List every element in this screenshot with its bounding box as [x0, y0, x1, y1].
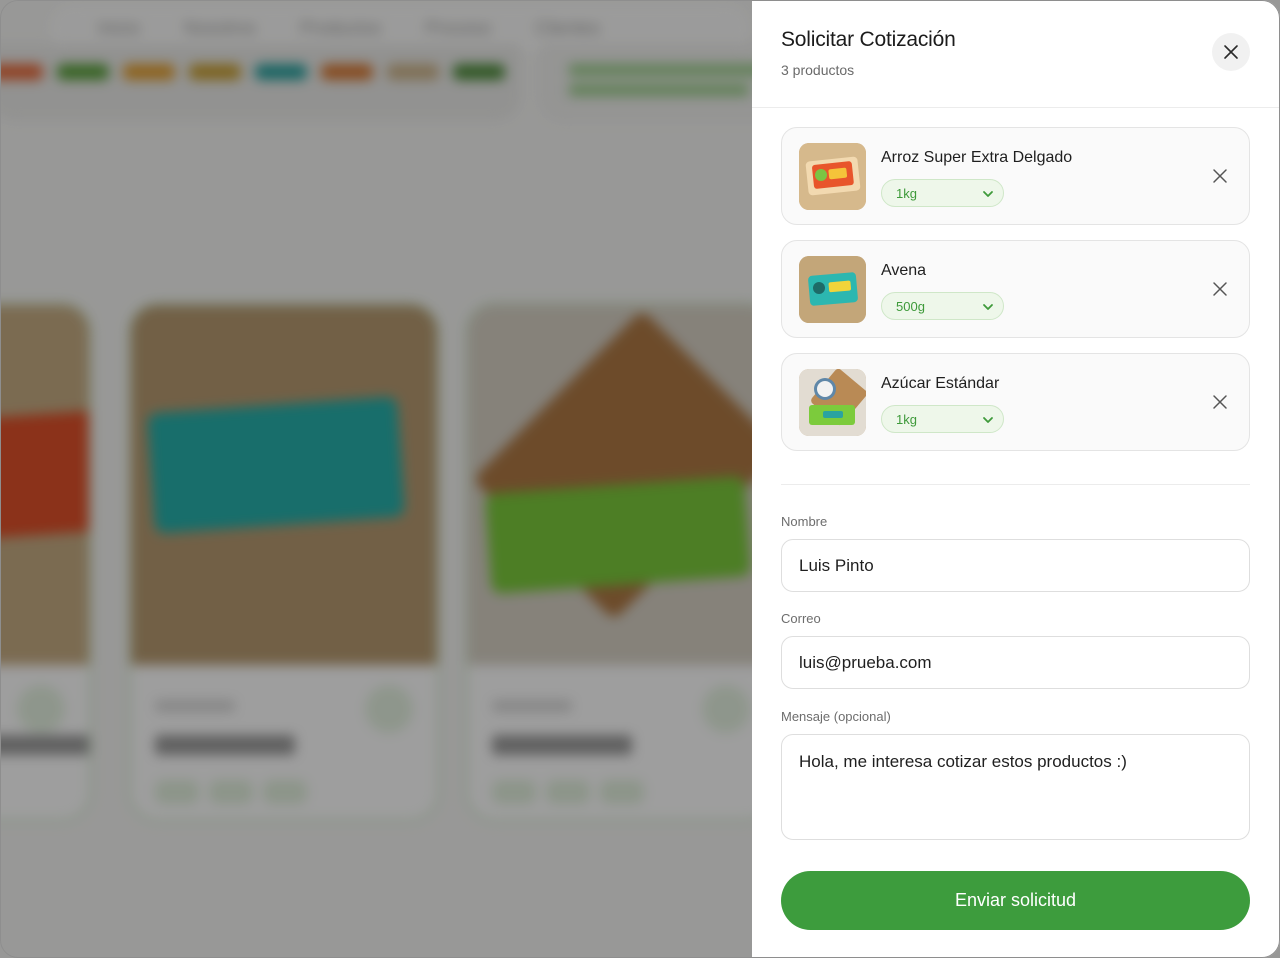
product-count: 3 productos	[781, 62, 855, 78]
size-select-value: 1kg	[896, 411, 917, 427]
name-label: Nombre	[781, 514, 828, 529]
email-label: Correo	[781, 611, 821, 626]
remove-item-button[interactable]	[1210, 166, 1230, 186]
size-select-value: 500g	[896, 298, 925, 314]
item-name: Avena	[881, 262, 927, 279]
size-select-value: 1kg	[896, 185, 917, 201]
remove-item-button[interactable]	[1210, 392, 1230, 412]
email-field[interactable]	[781, 636, 1250, 689]
cart-item: Azúcar Estándar 1kg	[781, 353, 1250, 451]
product-thumbnail	[799, 256, 866, 323]
size-select[interactable]: 500g	[881, 292, 1004, 320]
quote-drawer: Solicitar Cotización 3 productos Arroz S…	[752, 0, 1280, 958]
close-icon	[1213, 395, 1227, 409]
chevron-down-icon	[983, 304, 993, 310]
remove-item-button[interactable]	[1210, 279, 1230, 299]
submit-request-button[interactable]: Enviar solicitud	[781, 871, 1250, 930]
size-select[interactable]: 1kg	[881, 405, 1004, 433]
cart-item: Arroz Super Extra Delgado 1kg	[781, 127, 1250, 225]
drawer-title: Solicitar Cotización	[781, 28, 956, 51]
item-name: Arroz Super Extra Delgado	[881, 149, 1073, 166]
close-icon	[1213, 169, 1227, 183]
product-thumbnail	[799, 143, 866, 210]
message-label: Mensaje (opcional)	[781, 709, 891, 724]
size-select[interactable]: 1kg	[881, 179, 1004, 207]
chevron-down-icon	[983, 191, 993, 197]
message-textarea[interactable]: Hola, me interesa cotizar estos producto…	[781, 734, 1250, 840]
cart-items-list: Arroz Super Extra Delgado 1kg Avena 500g…	[781, 127, 1250, 466]
drawer-header: Solicitar Cotización 3 productos	[752, 0, 1280, 108]
close-button[interactable]	[1212, 33, 1250, 71]
name-field[interactable]	[781, 539, 1250, 592]
close-icon	[1224, 45, 1238, 59]
product-thumbnail	[799, 369, 866, 436]
close-icon	[1213, 282, 1227, 296]
cart-item: Avena 500g	[781, 240, 1250, 338]
section-divider	[781, 484, 1250, 485]
item-name: Azúcar Estándar	[881, 375, 1000, 392]
chevron-down-icon	[983, 417, 993, 423]
